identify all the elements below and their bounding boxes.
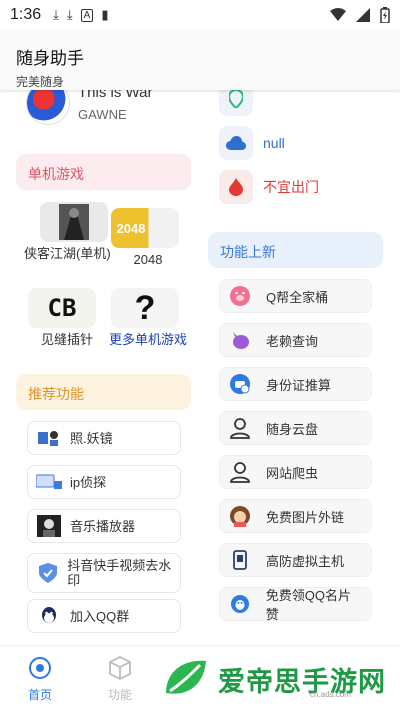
game-label: 见缝插针 (40, 332, 93, 347)
battery-icon (380, 7, 390, 23)
download-icon: ⤓ (53, 7, 59, 22)
recommend-label: 抖音快手视频去水印 (67, 558, 172, 588)
weather-advice-label: 不宜出门 (263, 179, 319, 195)
book-icon: ▮ (101, 7, 109, 22)
shield-icon (36, 562, 59, 584)
recommend-section-header: 推荐功能 (16, 374, 191, 410)
function-item-qqlike[interactable]: 免费领QQ名片赞 (219, 587, 372, 622)
nav-function[interactable]: 功能 (90, 656, 150, 703)
home-target-icon (28, 656, 52, 680)
game-thumb-icon (40, 202, 108, 242)
app-header: 随身助手 完美随身 (0, 30, 400, 90)
function-item-idcard[interactable]: 身份证推算 (219, 367, 372, 401)
more-games-link[interactable]: 更多单机游戏 (103, 332, 193, 348)
question-mark-text: ? (134, 288, 156, 327)
download-icon: ⤓ (66, 7, 73, 22)
eggplant-icon (228, 328, 252, 352)
recommend-item-mirror[interactable]: 照.妖镜 (27, 421, 181, 455)
nav-function-label: 功能 (107, 688, 132, 702)
watermark: 爱帝思手游网 cn.ads.com (160, 650, 400, 708)
qq-icon (36, 605, 62, 627)
function-label: 免费图片外链 (266, 509, 345, 525)
girl-avatar-icon (228, 504, 252, 528)
function-item-imagelink[interactable]: 免费图片外链 (219, 499, 372, 533)
cb-logo-icon: CB (28, 288, 96, 328)
user-icon (228, 460, 252, 484)
tile-2048-text: 2048 (116, 220, 146, 236)
pig-icon (228, 284, 252, 308)
fire-icon (219, 170, 253, 204)
function-item-hosting[interactable]: 高防虚拟主机 (219, 543, 372, 577)
game-label: 侠客江湖(单机) (24, 246, 111, 261)
function-item-qbang[interactable]: Q帮全家桶 (219, 279, 372, 313)
signal-icon (356, 8, 370, 22)
ip-icon (36, 471, 62, 493)
cloud-icon (219, 126, 253, 160)
function-item-cloud[interactable]: 随身云盘 (219, 411, 372, 445)
function-label: 老赖查询 (266, 333, 319, 349)
user-icon (228, 416, 252, 440)
games-section-header: 单机游戏 (16, 154, 191, 190)
nav-home[interactable]: 首页 (10, 656, 70, 703)
recommend-item-watermark[interactable]: 抖音快手视频去水印 (27, 553, 181, 593)
location-icon (219, 90, 253, 116)
a-icon: A (80, 8, 94, 22)
recommend-label: 加入QQ群 (70, 608, 130, 624)
function-label: Q帮全家桶 (266, 289, 329, 305)
cube-icon (108, 656, 132, 680)
status-bar: 1:36 ⤓ ⤓ A ▮ (0, 0, 400, 30)
weather-condition[interactable]: null (219, 126, 369, 160)
game-item-xiake[interactable]: 侠客江湖(单机) (24, 202, 114, 262)
status-time: 1:36 (10, 6, 42, 23)
game-item-more[interactable]: ? 更多单机游戏 (103, 288, 193, 348)
recommend-label: ip侦探 (70, 474, 107, 490)
recommend-label: 照.妖镜 (70, 430, 113, 446)
game-label: 2048 (133, 252, 163, 267)
function-label: 免费领QQ名片赞 (265, 588, 351, 622)
function-item-crawler[interactable]: 网站爬虫 (219, 455, 372, 489)
nav-home-label: 首页 (27, 688, 52, 702)
function-section-header: 功能上新 (208, 232, 383, 268)
id-chat-icon (228, 372, 252, 396)
user-profile-card[interactable]: This is War GAWNE (26, 90, 196, 128)
main-content[interactable]: This is War GAWNE null 不宜出门 单机游戏 侠客江湖(单机… (0, 90, 400, 645)
recommend-item-qq[interactable]: 加入QQ群 (27, 599, 181, 633)
profile-name: This is War (78, 90, 153, 101)
avatar (26, 90, 70, 125)
phone-icon (228, 548, 252, 572)
question-mark-icon: ? (111, 288, 179, 328)
app-title: 随身助手 (16, 49, 84, 68)
watermark-leaf-icon (162, 655, 210, 703)
mirror-icon (36, 427, 62, 449)
weather-location[interactable] (219, 90, 369, 116)
function-label: 身份证推算 (266, 377, 332, 393)
weather-advice[interactable]: 不宜出门 (219, 170, 369, 204)
qq-circle-icon (228, 592, 252, 616)
watermark-subtext: cn.ads.com (310, 690, 351, 699)
wifi-icon (330, 8, 346, 21)
game-item-2048[interactable]: 2048 2048 (103, 208, 193, 268)
function-item-laolai[interactable]: 老赖查询 (219, 323, 372, 357)
function-label: 网站爬虫 (266, 465, 319, 481)
cb-logo-text: CB (47, 294, 77, 322)
profile-username: GAWNE (78, 107, 127, 122)
recommend-item-ip[interactable]: ip侦探 (27, 465, 181, 499)
weather-condition-label: null (263, 135, 285, 151)
function-label: 高防虚拟主机 (266, 553, 345, 569)
game-item-jianfeng[interactable]: CB 见缝插针 (22, 288, 112, 348)
tile-2048-icon: 2048 (111, 208, 179, 248)
watermark-text: 爱帝思手游网 (218, 666, 386, 697)
function-label: 随身云盘 (266, 421, 319, 437)
app-subtitle: 完美随身 (16, 75, 65, 89)
recommend-item-music[interactable]: 音乐播放器 (27, 509, 181, 543)
music-icon (36, 515, 62, 537)
recommend-label: 音乐播放器 (70, 518, 136, 534)
